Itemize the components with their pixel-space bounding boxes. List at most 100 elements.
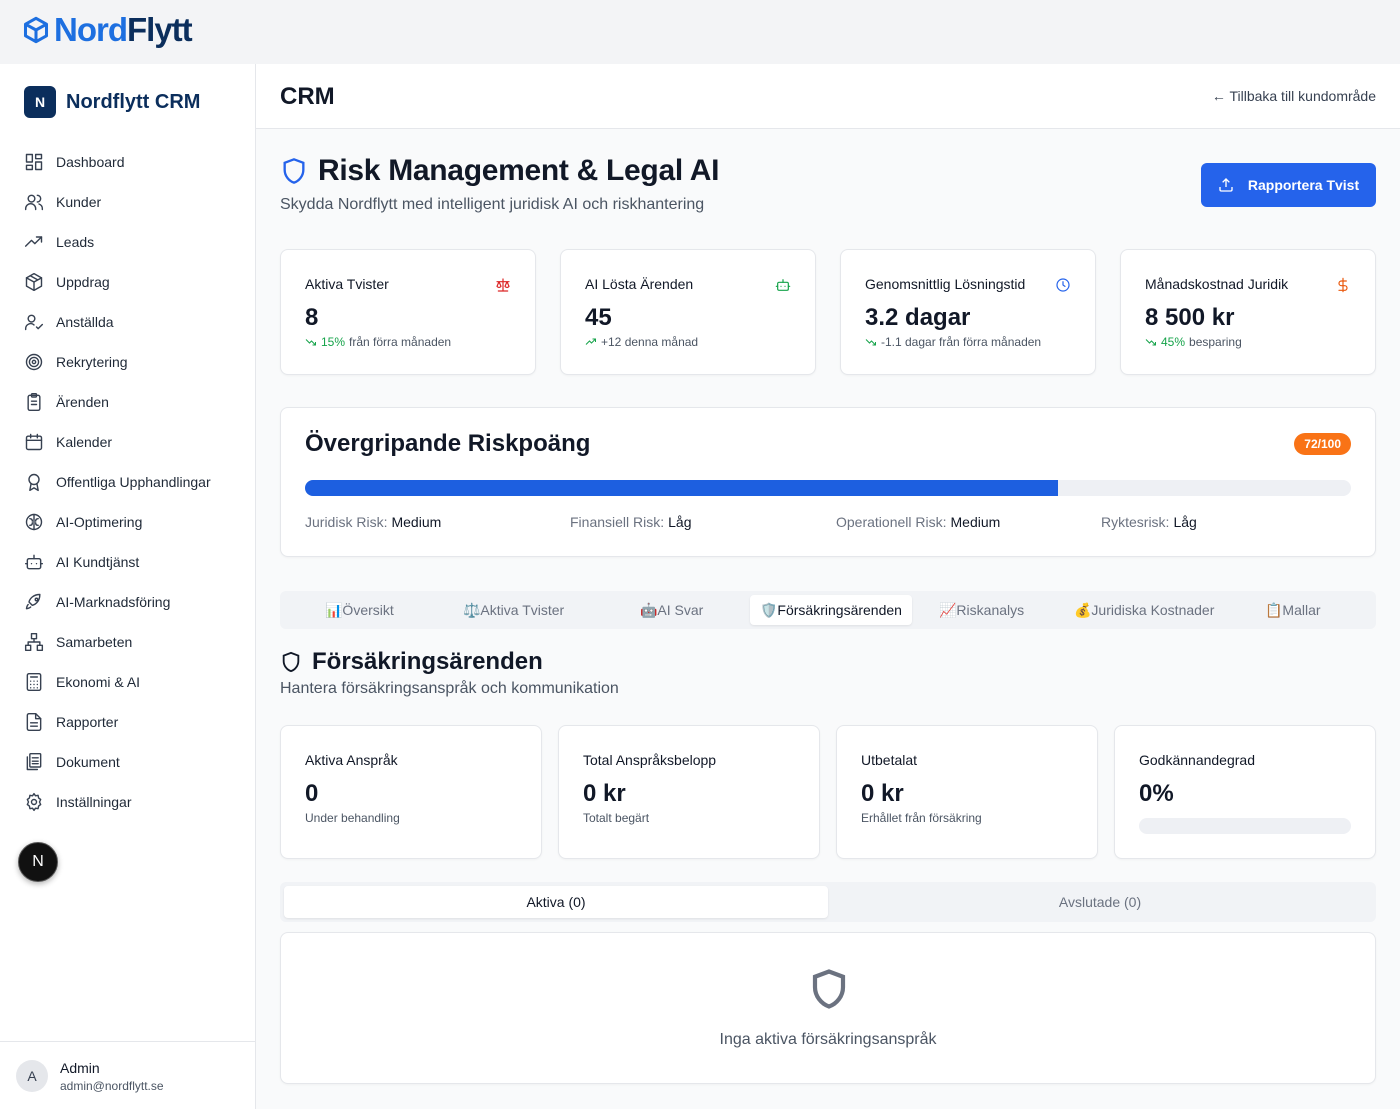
claim-value: 0 kr	[861, 780, 904, 807]
sidebar-item-ai-optimering[interactable]: AI-Optimering	[0, 502, 255, 542]
avatar: A	[16, 1060, 48, 1092]
risk-operational: Operationell Risk: Medium	[836, 514, 1000, 530]
tab-forsakringsarenden[interactable]: 🛡️Försäkringsärenden	[750, 595, 912, 625]
sidebar-item-arenden[interactable]: Ärenden	[0, 382, 255, 422]
report-dispute-button[interactable]: Rapportera Tvist	[1201, 163, 1376, 207]
sidebar-item-kunder[interactable]: Kunder	[0, 182, 255, 222]
sidebar-item-anstallda[interactable]: Anställda	[0, 302, 255, 342]
sidebar-item-label: Offentliga Upphandlingar	[56, 474, 211, 490]
sidebar-item-upphandlingar[interactable]: Offentliga Upphandlingar	[0, 462, 255, 502]
sidebar-item-uppdrag[interactable]: Uppdrag	[0, 262, 255, 302]
shield-icon	[282, 651, 300, 673]
sidebar-item-ekonomi[interactable]: Ekonomi & AI	[0, 662, 255, 702]
risk-label: Operationell Risk:	[836, 514, 947, 530]
sidebar-item-label: Kunder	[56, 194, 102, 210]
stat-title: AI Lösta Ärenden	[585, 276, 694, 292]
section-heading: Försäkringsärenden	[280, 648, 543, 676]
claim-sub: Erhållet från försäkring	[861, 811, 982, 825]
claim-sub: Totalt begärt	[583, 811, 650, 825]
main-content: CRM ← Tillbaka till kundområde Risk Mana…	[256, 64, 1400, 1109]
user-profile[interactable]: A Admin admin@nordflytt.se	[0, 1041, 255, 1109]
trending-down-icon	[1145, 339, 1156, 346]
stat-card-legal-cost: Månadskostnad Juridik 8 500 kr 45% bespa…	[1120, 249, 1376, 375]
claim-title: Godkännandegrad	[1139, 752, 1255, 768]
shield-icon	[812, 969, 846, 1009]
stat-title: Genomsnittlig Lösningstid	[865, 276, 1026, 292]
risk-label: Ryktesrisk:	[1101, 514, 1170, 530]
brand-name: Nordflytt CRM	[66, 90, 201, 113]
trending-up-icon	[585, 338, 596, 345]
claim-title: Aktiva Anspråk	[305, 752, 398, 768]
claim-value: 0 kr	[583, 780, 626, 807]
module-subtitle: Skydda Nordflytt med intelligent juridis…	[280, 196, 705, 213]
tab-aktiva-tvister[interactable]: ⚖️Aktiva Tvister	[463, 595, 564, 625]
sidebar-item-label: Inställningar	[56, 794, 132, 810]
package-icon	[25, 272, 43, 292]
sidebar-item-label: AI Kundtjänst	[56, 554, 140, 570]
sidebar-item-leads[interactable]: Leads	[0, 222, 255, 262]
stat-value: 8 500 kr	[1145, 304, 1235, 331]
empty-state-text: Inga aktiva försäkringsanspråk	[719, 1031, 937, 1048]
sidebar-item-installningar[interactable]: Inställningar	[0, 782, 255, 822]
stat-card-active-disputes: Aktiva Tvister 8 15% från förra månaden	[280, 249, 536, 375]
stat-trend-text: från förra månaden	[349, 335, 452, 349]
stat-trend: 15% från förra månaden	[305, 335, 451, 349]
sidebar-item-ai-kundtjanst[interactable]: AI Kundtjänst	[0, 542, 255, 582]
tab-oversikt[interactable]: 📊Översikt	[325, 595, 394, 625]
risk-label: Finansiell Risk:	[570, 514, 665, 530]
clock-icon	[1056, 278, 1070, 292]
stat-trend: 45% besparing	[1145, 335, 1242, 349]
stat-trend-text: +12 denna månad	[601, 335, 699, 349]
sidebar-item-rekrytering[interactable]: Rekrytering	[0, 342, 255, 382]
sidebar-item-label: Dokument	[56, 754, 120, 770]
claim-title: Total Anspråksbelopp	[583, 752, 717, 768]
rocket-icon	[25, 593, 41, 610]
trending-down-icon	[865, 339, 876, 346]
sidebar-item-label: Uppdrag	[56, 274, 110, 290]
sidebar-item-label: Samarbeten	[56, 634, 133, 650]
back-to-customer-link[interactable]: ← Tillbaka till kundområde	[1212, 88, 1376, 104]
stat-trend-text: -1.1 dagar från förra månaden	[881, 335, 1042, 349]
risk-financial: Finansiell Risk: Låg	[570, 514, 692, 530]
sidebar-item-samarbeten[interactable]: Samarbeten	[0, 622, 255, 662]
scale-icon	[496, 278, 510, 292]
claim-sub: Under behandling	[305, 811, 400, 825]
sidebar-item-rapporter[interactable]: Rapporter	[0, 702, 255, 742]
risk-value: Medium	[950, 514, 1001, 530]
dashboard-icon	[25, 153, 43, 171]
file-text-icon	[26, 712, 42, 732]
tab-aktiva[interactable]: Aktiva (0)	[284, 886, 828, 918]
risk-score-badge: 72/100	[1294, 433, 1351, 455]
sidebar-item-label: Leads	[56, 234, 95, 250]
brand-badge: N	[24, 86, 56, 118]
calendar-icon	[25, 433, 43, 451]
module-title: Risk Management & Legal AI	[318, 154, 720, 187]
sidebar-brand[interactable]: N Nordflytt CRM	[24, 86, 200, 118]
stat-value: 8	[305, 304, 319, 331]
sidebar-item-ai-marknadsforing[interactable]: AI-Marknadsföring	[0, 582, 255, 622]
tab-juridiska-kostnader[interactable]: 💰Juridiska Kostnader	[1074, 595, 1214, 625]
stat-title: Månadskostnad Juridik	[1145, 276, 1289, 292]
stat-trend-value: 45%	[1161, 335, 1186, 349]
tab-ai-svar[interactable]: 🤖AI Svar	[640, 595, 703, 625]
brain-icon	[25, 513, 43, 531]
risk-label: Juridisk Risk:	[305, 514, 388, 530]
tab-avslutade[interactable]: Avslutade (0)	[828, 886, 1372, 918]
tab-riskanalys[interactable]: 📈Riskanalys	[939, 595, 1024, 625]
stat-value: 3.2 dagar	[865, 304, 971, 331]
dollar-icon	[1338, 277, 1348, 293]
nextjs-badge[interactable]: N	[18, 842, 58, 882]
claims-tabs: Aktiva (0) Avslutade (0)	[280, 882, 1376, 922]
risk-value: Låg	[668, 514, 692, 530]
sidebar-item-kalender[interactable]: Kalender	[0, 422, 255, 462]
trending-up-icon	[24, 236, 43, 247]
module-heading: Risk Management & Legal AI	[280, 154, 719, 188]
nordflytt-logo[interactable]: NordFlytt	[22, 12, 193, 48]
tab-mallar[interactable]: 📋Mallar	[1265, 595, 1321, 625]
sidebar-item-dokument[interactable]: Dokument	[0, 742, 255, 782]
sidebar-item-label: Kalender	[56, 434, 113, 450]
sidebar-item-dashboard[interactable]: Dashboard	[0, 142, 255, 182]
claim-card-active: Aktiva Anspråk 0 Under behandling	[280, 725, 542, 859]
bot-icon	[24, 554, 44, 570]
module-tabs: 📊Översikt ⚖️Aktiva Tvister 🤖AI Svar 🛡️Fö…	[280, 591, 1376, 629]
